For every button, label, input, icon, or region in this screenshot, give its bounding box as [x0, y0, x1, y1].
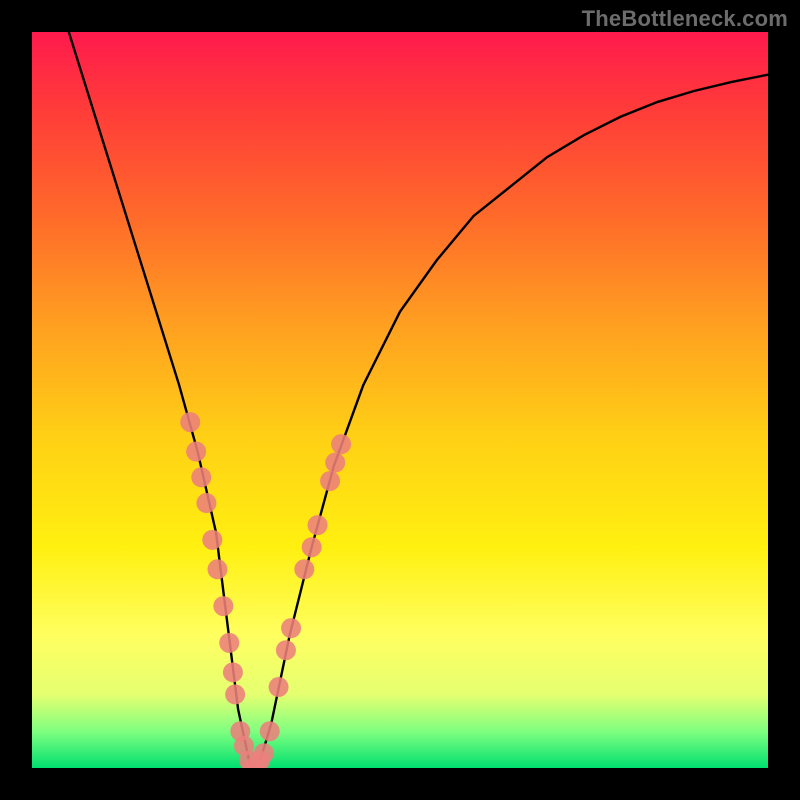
data-marker [276, 640, 296, 660]
data-marker [325, 453, 345, 473]
data-marker [302, 537, 322, 557]
bottleneck-curve [69, 32, 768, 768]
data-marker [225, 684, 245, 704]
data-marker [207, 559, 227, 579]
plot-area [32, 32, 768, 768]
data-marker [186, 442, 206, 462]
data-marker [294, 559, 314, 579]
chart-container: TheBottleneck.com [0, 0, 800, 800]
data-marker [191, 467, 211, 487]
data-marker [202, 530, 222, 550]
data-marker [180, 412, 200, 432]
watermark-text: TheBottleneck.com [582, 6, 788, 32]
data-marker [308, 515, 328, 535]
data-marker [219, 633, 239, 653]
data-marker [281, 618, 301, 638]
data-marker [213, 596, 233, 616]
marker-group [180, 412, 351, 768]
data-marker [331, 434, 351, 454]
data-marker [254, 743, 274, 763]
data-marker [260, 721, 280, 741]
data-marker [196, 493, 216, 513]
data-marker [223, 662, 243, 682]
data-marker [320, 471, 340, 491]
data-marker [269, 677, 289, 697]
chart-svg [32, 32, 768, 768]
